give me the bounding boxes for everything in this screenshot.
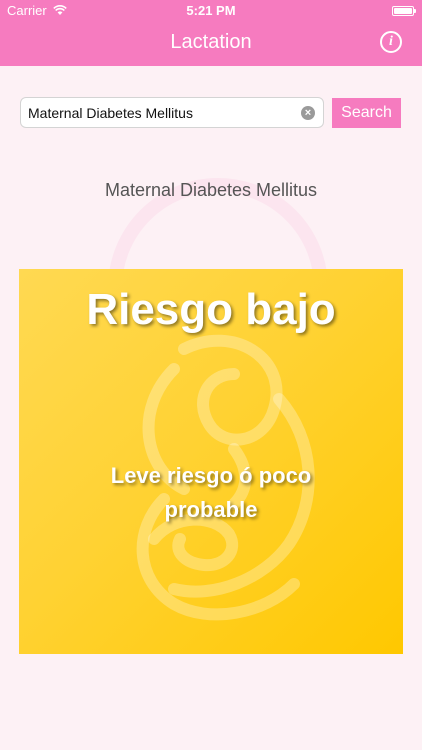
search-input[interactable]: Maternal Diabetes Mellitus × xyxy=(20,97,324,128)
battery-icon xyxy=(392,6,416,16)
info-icon: i xyxy=(389,34,393,49)
query-label: Maternal Diabetes Mellitus xyxy=(104,180,318,200)
risk-description: Leve riesgo ó poco probable xyxy=(110,463,312,522)
nav-title: Lactation xyxy=(170,31,252,53)
status-time: 5:21 PM xyxy=(186,3,236,18)
search-button[interactable]: Search xyxy=(332,98,401,128)
navigation-bar: Lactation i xyxy=(0,22,422,66)
clear-icon[interactable]: × xyxy=(301,106,315,120)
risk-title: Riesgo bajo xyxy=(86,285,336,334)
status-bar: Carrier 5:21 PM xyxy=(0,0,422,22)
info-button[interactable]: i xyxy=(380,31,402,53)
search-input-value[interactable]: Maternal Diabetes Mellitus xyxy=(28,105,293,121)
risk-card: Riesgo bajo Leve riesgo ó poco probable xyxy=(19,269,403,654)
